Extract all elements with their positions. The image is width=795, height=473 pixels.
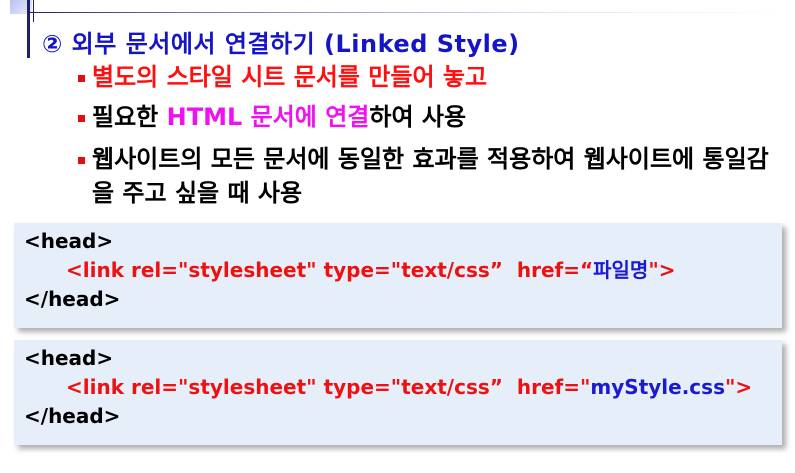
slide-vertical-rule [27,0,30,58]
code-open-head: <head> [24,229,114,253]
slide-horizontal-rule [27,12,795,13]
code-close-head: </head> [24,404,121,428]
code-link-suffix: "> [724,375,753,399]
bullet-text-highlight: HTML 문서에 연결 [166,103,370,131]
code-link-suffix: "> [648,258,676,282]
code-link-value: myStyle.css [590,375,725,399]
bullet-text-before: 필요한 [92,103,167,131]
bullet-text: 별도의 스타일 시트 문서를 만들어 놓고 [92,63,488,91]
code-link-line: <link rel="stylesheet" type="text/css” h… [66,256,676,285]
bullet-marker-icon [78,157,85,164]
bullet-text-after: 하여 사용 [369,103,467,131]
bullet-marker-icon [78,75,85,82]
slide-vertical-rule-thin [33,0,34,22]
code-open-head: <head> [24,346,114,370]
section-heading: ② 외부 문서에서 연결하기 (Linked Style) [42,30,520,58]
code-example-1: <head> <link rel="stylesheet" type="text… [14,223,782,328]
code-link-prefix: <link rel="stylesheet" type="text/css” h… [66,258,594,282]
bullet-item-1: 별도의 스타일 시트 문서를 만들어 놓고 [78,60,488,94]
code-close-head: </head> [24,287,121,311]
bullet-item-2: 필요한 HTML 문서에 연결하여 사용 [78,100,467,134]
code-link-line: <link rel="stylesheet" type="text/css” h… [66,373,752,402]
bullet-marker-icon [78,115,85,122]
code-link-value: 파일명 [593,258,649,282]
code-link-prefix: <link rel="stylesheet" type="text/css” h… [66,375,591,399]
bullet-text: 웹사이트의 모든 문서에 동일한 효과를 적용하여 웹사이트에 통일감을 주고 … [92,145,769,207]
code-example-2: <head> <link rel="stylesheet" type="text… [14,340,782,445]
bullet-item-3: 웹사이트의 모든 문서에 동일한 효과를 적용하여 웹사이트에 통일감을 주고 … [78,142,782,210]
